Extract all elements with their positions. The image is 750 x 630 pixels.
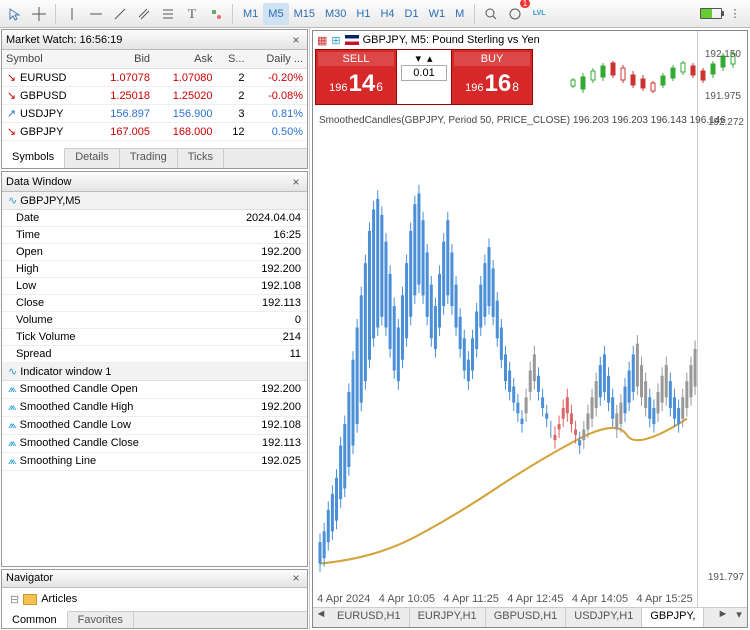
lot-input[interactable] — [401, 65, 447, 81]
sell-button[interactable]: SELL 196146 — [316, 50, 396, 104]
timeframe-W1[interactable]: W1 — [424, 3, 451, 25]
buy-button[interactable]: BUY 196168 — [452, 50, 532, 104]
chart-style-icon[interactable]: ⊞ — [331, 34, 340, 47]
chart-tab[interactable]: EURUSD,H1 — [329, 608, 410, 627]
trade-panel: SELL 196146 ▾▴ BUY 196168 — [315, 49, 533, 105]
timeframe-M30[interactable]: M30 — [320, 3, 351, 25]
close-icon[interactable]: × — [289, 571, 303, 585]
navigator-title: Navigator — [6, 572, 289, 584]
tab-scroll-right-icon[interactable]: ► — [715, 608, 731, 627]
lvl-icon[interactable]: LVL — [528, 3, 550, 25]
fibo-icon[interactable] — [157, 3, 179, 25]
lot-size-control: ▾▴ — [396, 50, 452, 104]
tab-ticks[interactable]: Ticks — [178, 149, 224, 168]
lot-increase-icon[interactable]: ▴ — [427, 52, 433, 65]
table-row[interactable]: ↗ USDJPY156.897156.90030.81% — [2, 105, 307, 123]
timeframe-D1[interactable]: D1 — [400, 3, 424, 25]
data-window-title: Data Window — [6, 176, 289, 188]
dw-row: Spread11 — [2, 346, 307, 363]
flag-icon — [345, 35, 359, 45]
main-toolbar: T M1M5M15M30H1H4D1W1M LVL ⋮ — [0, 0, 750, 28]
vline-icon[interactable] — [61, 3, 83, 25]
dw-row: Close192.113 — [2, 295, 307, 312]
dw-row: Open192.200 — [2, 244, 307, 261]
tab-favorites[interactable]: Favorites — [68, 612, 134, 629]
nav-item-articles[interactable]: ⊟ Articles — [6, 592, 303, 607]
dw-row: ⩕Smoothed Candle High192.200 — [2, 399, 307, 417]
dw-row: Date2024.04.04 — [2, 210, 307, 227]
dw-row: ⩕Smoothed Candle Low192.108 — [2, 417, 307, 435]
hline-icon[interactable] — [85, 3, 107, 25]
channel-icon[interactable] — [133, 3, 155, 25]
timeframe-M1[interactable]: M1 — [238, 3, 263, 25]
tab-menu-icon[interactable]: ▾ — [731, 608, 747, 627]
market-watch-panel: Market Watch: 16:56:19 × SymbolBidAskS..… — [1, 29, 308, 169]
dw-row: Volume0 — [2, 312, 307, 329]
indicator-label: SmoothedCandles(GBPJPY, Period 50, PRICE… — [319, 115, 726, 126]
dw-row: Time16:25 — [2, 227, 307, 244]
dw-row: Tick Volume214 — [2, 329, 307, 346]
timeframe-M15[interactable]: M15 — [289, 3, 320, 25]
navigator-panel: Navigator × ⊟ Articles CommonFavorites — [1, 569, 308, 629]
chart-area[interactable]: ▦ ⊞ GBPJPY, M5: Pound Sterling vs Yen SE… — [312, 30, 748, 628]
market-watch-tabs: SymbolsDetailsTradingTicks — [2, 148, 307, 168]
navigator-tabs: CommonFavorites — [2, 611, 307, 629]
tab-trading[interactable]: Trading — [120, 149, 178, 168]
dw-row: ⩕Smoothing Line192.025 — [2, 453, 307, 471]
table-row[interactable]: ↘ GBPJPY167.005168.000120.50% — [2, 123, 307, 141]
mw-col[interactable]: Daily ... — [249, 50, 307, 69]
dw-row: ⩕Smoothed Candle Open192.200 — [2, 381, 307, 399]
left-column: Market Watch: 16:56:19 × SymbolBidAskS..… — [0, 28, 310, 630]
tab-symbols[interactable]: Symbols — [2, 148, 65, 168]
chart-tab[interactable]: GBPUSD,H1 — [486, 608, 567, 627]
table-row[interactable]: ↘ GBPUSD1.250181.250202-0.08% — [2, 87, 307, 105]
text-icon[interactable]: T — [181, 3, 203, 25]
market-watch-table: SymbolBidAskS...Daily ... ↘ EURUSD1.0707… — [2, 50, 307, 141]
mw-col[interactable]: Bid — [92, 50, 154, 69]
time-axis: 4 Apr 20244 Apr 10:054 Apr 11:254 Apr 12… — [313, 593, 697, 605]
dw-row: High192.200 — [2, 261, 307, 278]
timeframe-M5[interactable]: M5 — [263, 3, 288, 25]
timeframe-H4[interactable]: H4 — [375, 3, 399, 25]
crosshair-icon[interactable] — [28, 3, 50, 25]
chart-title-text: GBPJPY, M5: Pound Sterling vs Yen — [363, 34, 540, 46]
tab-common[interactable]: Common — [2, 611, 68, 629]
chart-tab[interactable]: USDJPY,H1 — [566, 608, 642, 627]
dw-symbol-header: ∿GBPJPY,M5 — [2, 192, 307, 210]
lot-decrease-icon[interactable]: ▾ — [415, 52, 421, 65]
mw-col[interactable]: Symbol — [2, 50, 92, 69]
timeframe-H1[interactable]: H1 — [351, 3, 375, 25]
chart-type-icon[interactable]: ▦ — [317, 34, 327, 47]
dw-indicator-header: ∿Indicator window 1 — [2, 363, 307, 381]
battery-icon — [700, 8, 722, 19]
trendline-icon[interactable] — [109, 3, 131, 25]
main-chart-svg — [315, 113, 697, 585]
close-icon[interactable]: × — [289, 33, 303, 47]
chart-tab[interactable]: EURJPY,H1 — [410, 608, 486, 627]
close-icon[interactable]: × — [289, 175, 303, 189]
dw-row: Low192.108 — [2, 278, 307, 295]
tab-details[interactable]: Details — [65, 149, 120, 168]
chart-column: ▦ ⊞ GBPJPY, M5: Pound Sterling vs Yen SE… — [310, 28, 750, 630]
table-row[interactable]: ↘ EURUSD1.070781.070802-0.20% — [2, 69, 307, 87]
folder-icon — [23, 594, 37, 605]
alerts-icon[interactable] — [504, 3, 526, 25]
market-watch-title: Market Watch: 16:56:19 — [6, 34, 289, 46]
chart-tabs: ◄ EURUSD,H1EURJPY,H1GBPUSD,H1USDJPY,H1GB… — [313, 607, 747, 627]
chart-tab[interactable]: GBPJPY, — [642, 608, 704, 627]
timeframe-M[interactable]: M — [450, 3, 469, 25]
mw-col[interactable]: Ask — [154, 50, 216, 69]
tab-scroll-left-icon[interactable]: ◄ — [313, 608, 329, 627]
data-window-panel: Data Window × ∿GBPJPY,M5 Date2024.04.04T… — [1, 171, 308, 567]
mw-col[interactable]: S... — [216, 50, 248, 69]
objects-icon[interactable] — [205, 3, 227, 25]
search-icon[interactable] — [480, 3, 502, 25]
cursor-icon[interactable] — [4, 3, 26, 25]
dw-row: ⩕Smoothed Candle Close192.113 — [2, 435, 307, 453]
toolbar-menu-icon[interactable]: ⋮ — [724, 3, 746, 25]
